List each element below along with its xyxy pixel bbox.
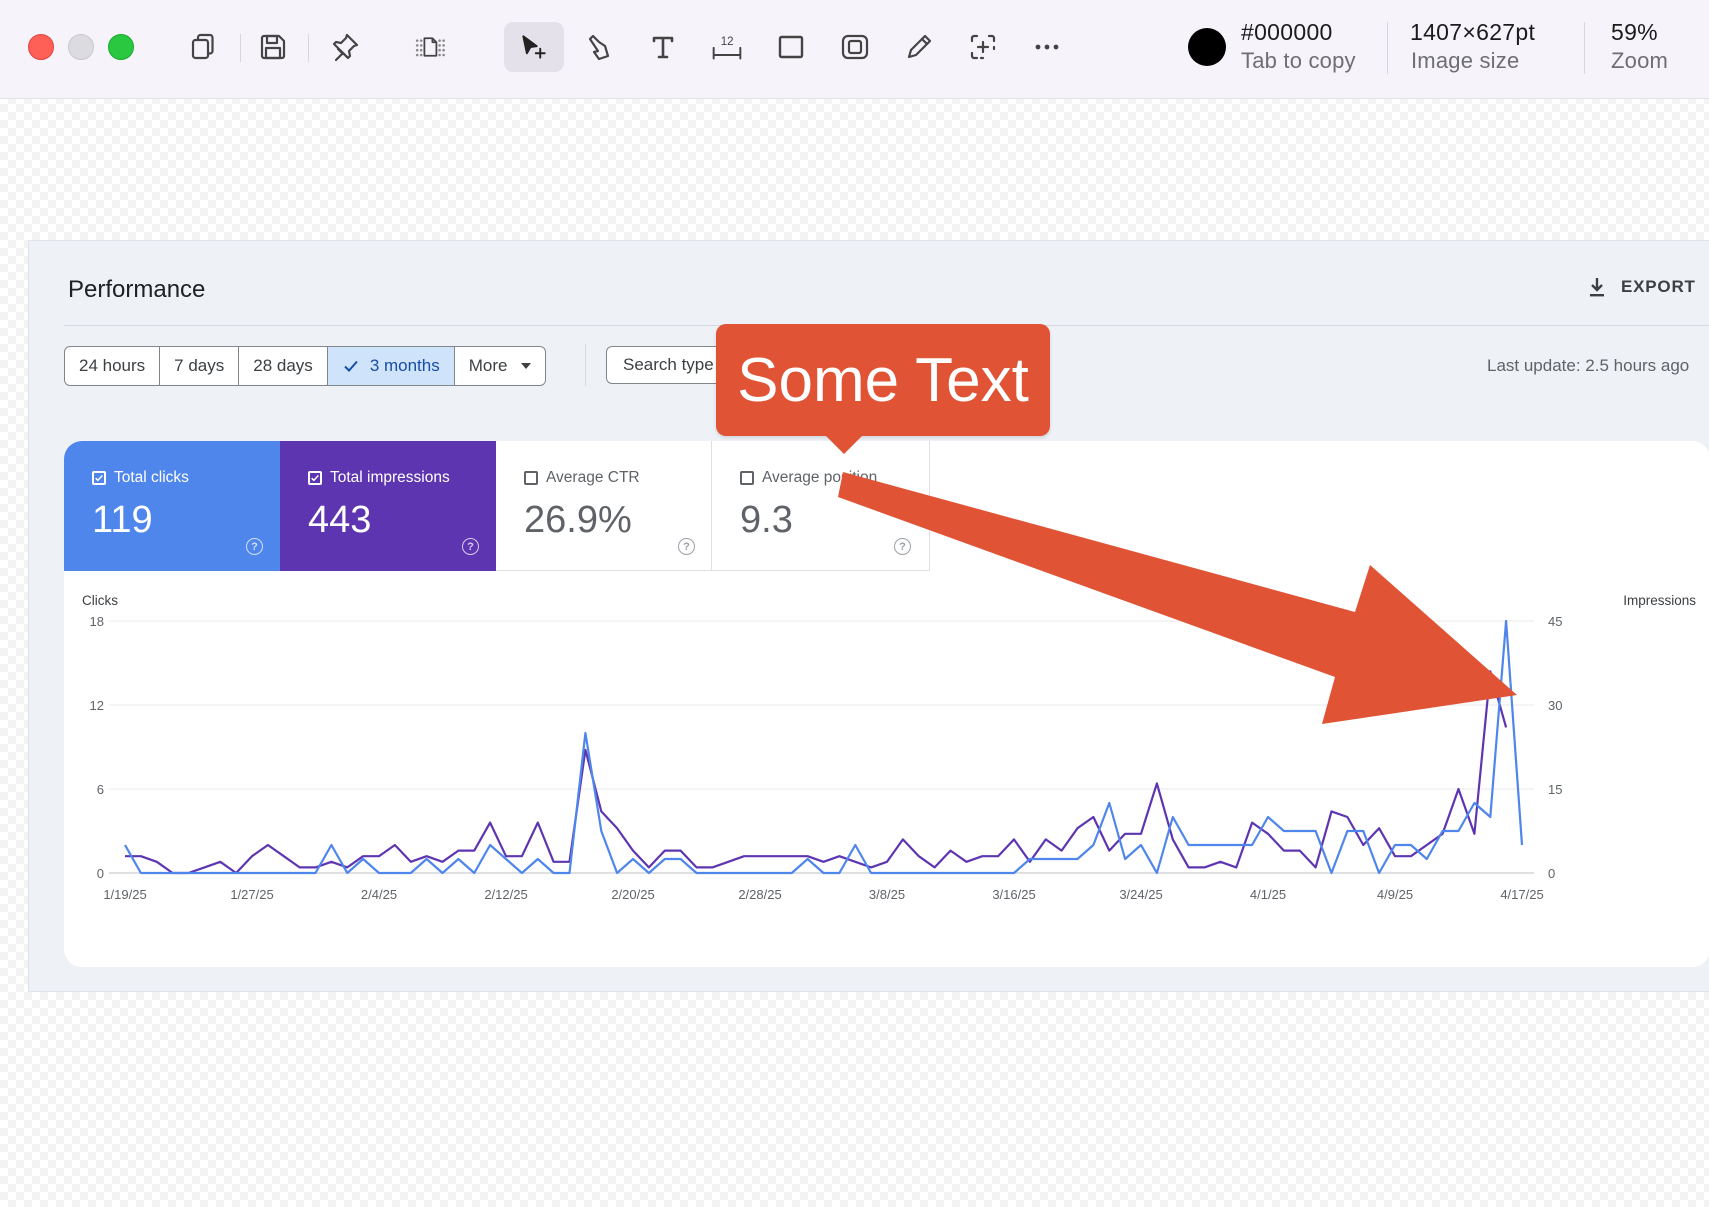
metric-label: Average position (762, 469, 878, 486)
range-3-months[interactable]: 3 months (327, 347, 455, 385)
copy-icon[interactable] (178, 22, 228, 72)
download-icon (1590, 278, 1604, 297)
toolbar-separator (240, 34, 241, 62)
save-icon[interactable] (248, 22, 298, 72)
x-tick-label: 4/17/25 (1500, 887, 1543, 902)
right-tick-label: 15 (1548, 782, 1562, 797)
zoom-value[interactable]: 59% (1611, 19, 1658, 46)
select-cursor-icon[interactable] (504, 22, 564, 72)
x-tick-label: 1/27/25 (230, 887, 273, 902)
impressions-series-line (125, 670, 1508, 875)
rectangle-icon[interactable] (766, 22, 816, 72)
help-icon[interactable]: ? (462, 538, 479, 555)
x-tick-label: 3/16/25 (992, 887, 1035, 902)
x-tick-label: 2/28/25 (738, 887, 781, 902)
performance-chart-card: Total clicks 119 ? Total impressions 443… (64, 441, 1709, 967)
right-tick-label: 0 (1548, 866, 1555, 881)
right-tick-label: 30 (1548, 698, 1562, 713)
range-24-hours[interactable]: 24 hours (65, 347, 161, 385)
checkbox-checked-icon[interactable] (92, 471, 106, 485)
metric-value: 443 (308, 499, 372, 541)
color-swatch[interactable] (1188, 28, 1226, 66)
zoom-label: Zoom (1611, 48, 1669, 73)
left-tick-label: 6 (97, 782, 104, 797)
help-icon[interactable]: ? (678, 538, 695, 555)
minimize-window-button[interactable] (68, 34, 94, 60)
x-tick-label: 4/9/25 (1377, 887, 1413, 902)
page-title: Performance (68, 276, 206, 303)
right-axis-title: Impressions (1623, 593, 1696, 608)
metric-value: 26.9% (524, 499, 632, 541)
metric-average-position[interactable]: Average position 9.3 ? (712, 441, 930, 571)
metric-total-clicks[interactable]: Total clicks 119 ? (64, 441, 280, 571)
zoom-window-button[interactable] (108, 34, 134, 60)
x-tick-label: 2/20/25 (611, 887, 654, 902)
range-3-months-label: 3 months (369, 356, 440, 375)
image-size-label: Image size (1411, 48, 1520, 73)
left-tick-label: 0 (97, 866, 104, 881)
left-tick-label: 18 (90, 614, 104, 629)
check-icon (344, 360, 358, 372)
left-axis-title: Clicks (82, 593, 118, 608)
x-tick-label: 1/19/25 (103, 887, 146, 902)
performance-line-chart: Clicks Impressions 0 6 12 18 0 15 30 45 1/19/25 1… (82, 593, 1696, 902)
range-more-dropdown[interactable]: More (455, 347, 546, 385)
checkbox-unchecked-icon[interactable] (524, 471, 538, 485)
range-7-days[interactable]: 7 days (160, 347, 240, 385)
left-tick-label: 12 (90, 698, 104, 713)
help-icon[interactable]: ? (246, 538, 263, 555)
x-tick-label: 2/12/25 (484, 887, 527, 902)
annotation-callout[interactable]: Some Text (716, 324, 1050, 436)
page-layout-icon[interactable] (405, 22, 455, 72)
close-window-button[interactable] (28, 34, 54, 60)
x-tick-label: 3/24/25 (1119, 887, 1162, 902)
checkbox-checked-icon[interactable] (308, 471, 322, 485)
range-more-label: More (468, 356, 508, 375)
metric-label: Total clicks (114, 469, 189, 486)
checkbox-unchecked-icon[interactable] (740, 471, 754, 485)
text-icon[interactable] (638, 22, 688, 72)
range-28-days[interactable]: 28 days (239, 347, 328, 385)
help-icon[interactable]: ? (894, 538, 911, 555)
metric-label: Average CTR (546, 469, 640, 486)
image-size-value: 1407×627pt (1410, 19, 1536, 45)
clicks-series-line (124, 619, 1524, 875)
toolbar-separator (308, 34, 309, 62)
color-copy-hint: Tab to copy (1241, 48, 1356, 73)
export-label: EXPORT (1621, 277, 1696, 296)
svg-text:12: 12 (721, 36, 734, 48)
chevron-down-icon (521, 363, 532, 369)
metric-total-impressions[interactable]: Total impressions 443 ? (280, 441, 496, 571)
measure-icon[interactable]: 12 (702, 22, 752, 72)
metric-average-ctr[interactable]: Average CTR 26.9% ? (496, 441, 712, 571)
date-range-selector: 24 hours 7 days 28 days 3 months More (64, 346, 547, 386)
more-icon[interactable] (1022, 22, 1072, 72)
toolbar: 12 #000000 Tab to copy 1407×627pt Image … (0, 0, 1709, 99)
export-button[interactable]: EXPORT (1585, 275, 1696, 299)
x-tick-label: 4/1/25 (1250, 887, 1286, 902)
metric-value: 9.3 (740, 499, 793, 541)
info-separator (1387, 22, 1388, 74)
info-separator (1584, 22, 1585, 74)
x-tick-label: 3/8/25 (869, 887, 905, 902)
metric-value: 119 (92, 499, 153, 541)
hand-icon[interactable] (574, 22, 624, 72)
filter-divider (585, 344, 586, 386)
add-frame-icon[interactable] (958, 22, 1008, 72)
pencil-icon[interactable] (894, 22, 944, 72)
last-update-text: Last update: 2.5 hours ago (1487, 356, 1690, 375)
pin-icon[interactable] (320, 22, 370, 72)
metric-label: Total impressions (330, 469, 450, 486)
color-hex-value[interactable]: #000000 (1241, 19, 1333, 46)
right-tick-label: 45 (1548, 614, 1562, 629)
x-tick-label: 2/4/25 (361, 887, 397, 902)
callout-tail (824, 434, 864, 454)
capture-icon[interactable] (830, 22, 880, 72)
